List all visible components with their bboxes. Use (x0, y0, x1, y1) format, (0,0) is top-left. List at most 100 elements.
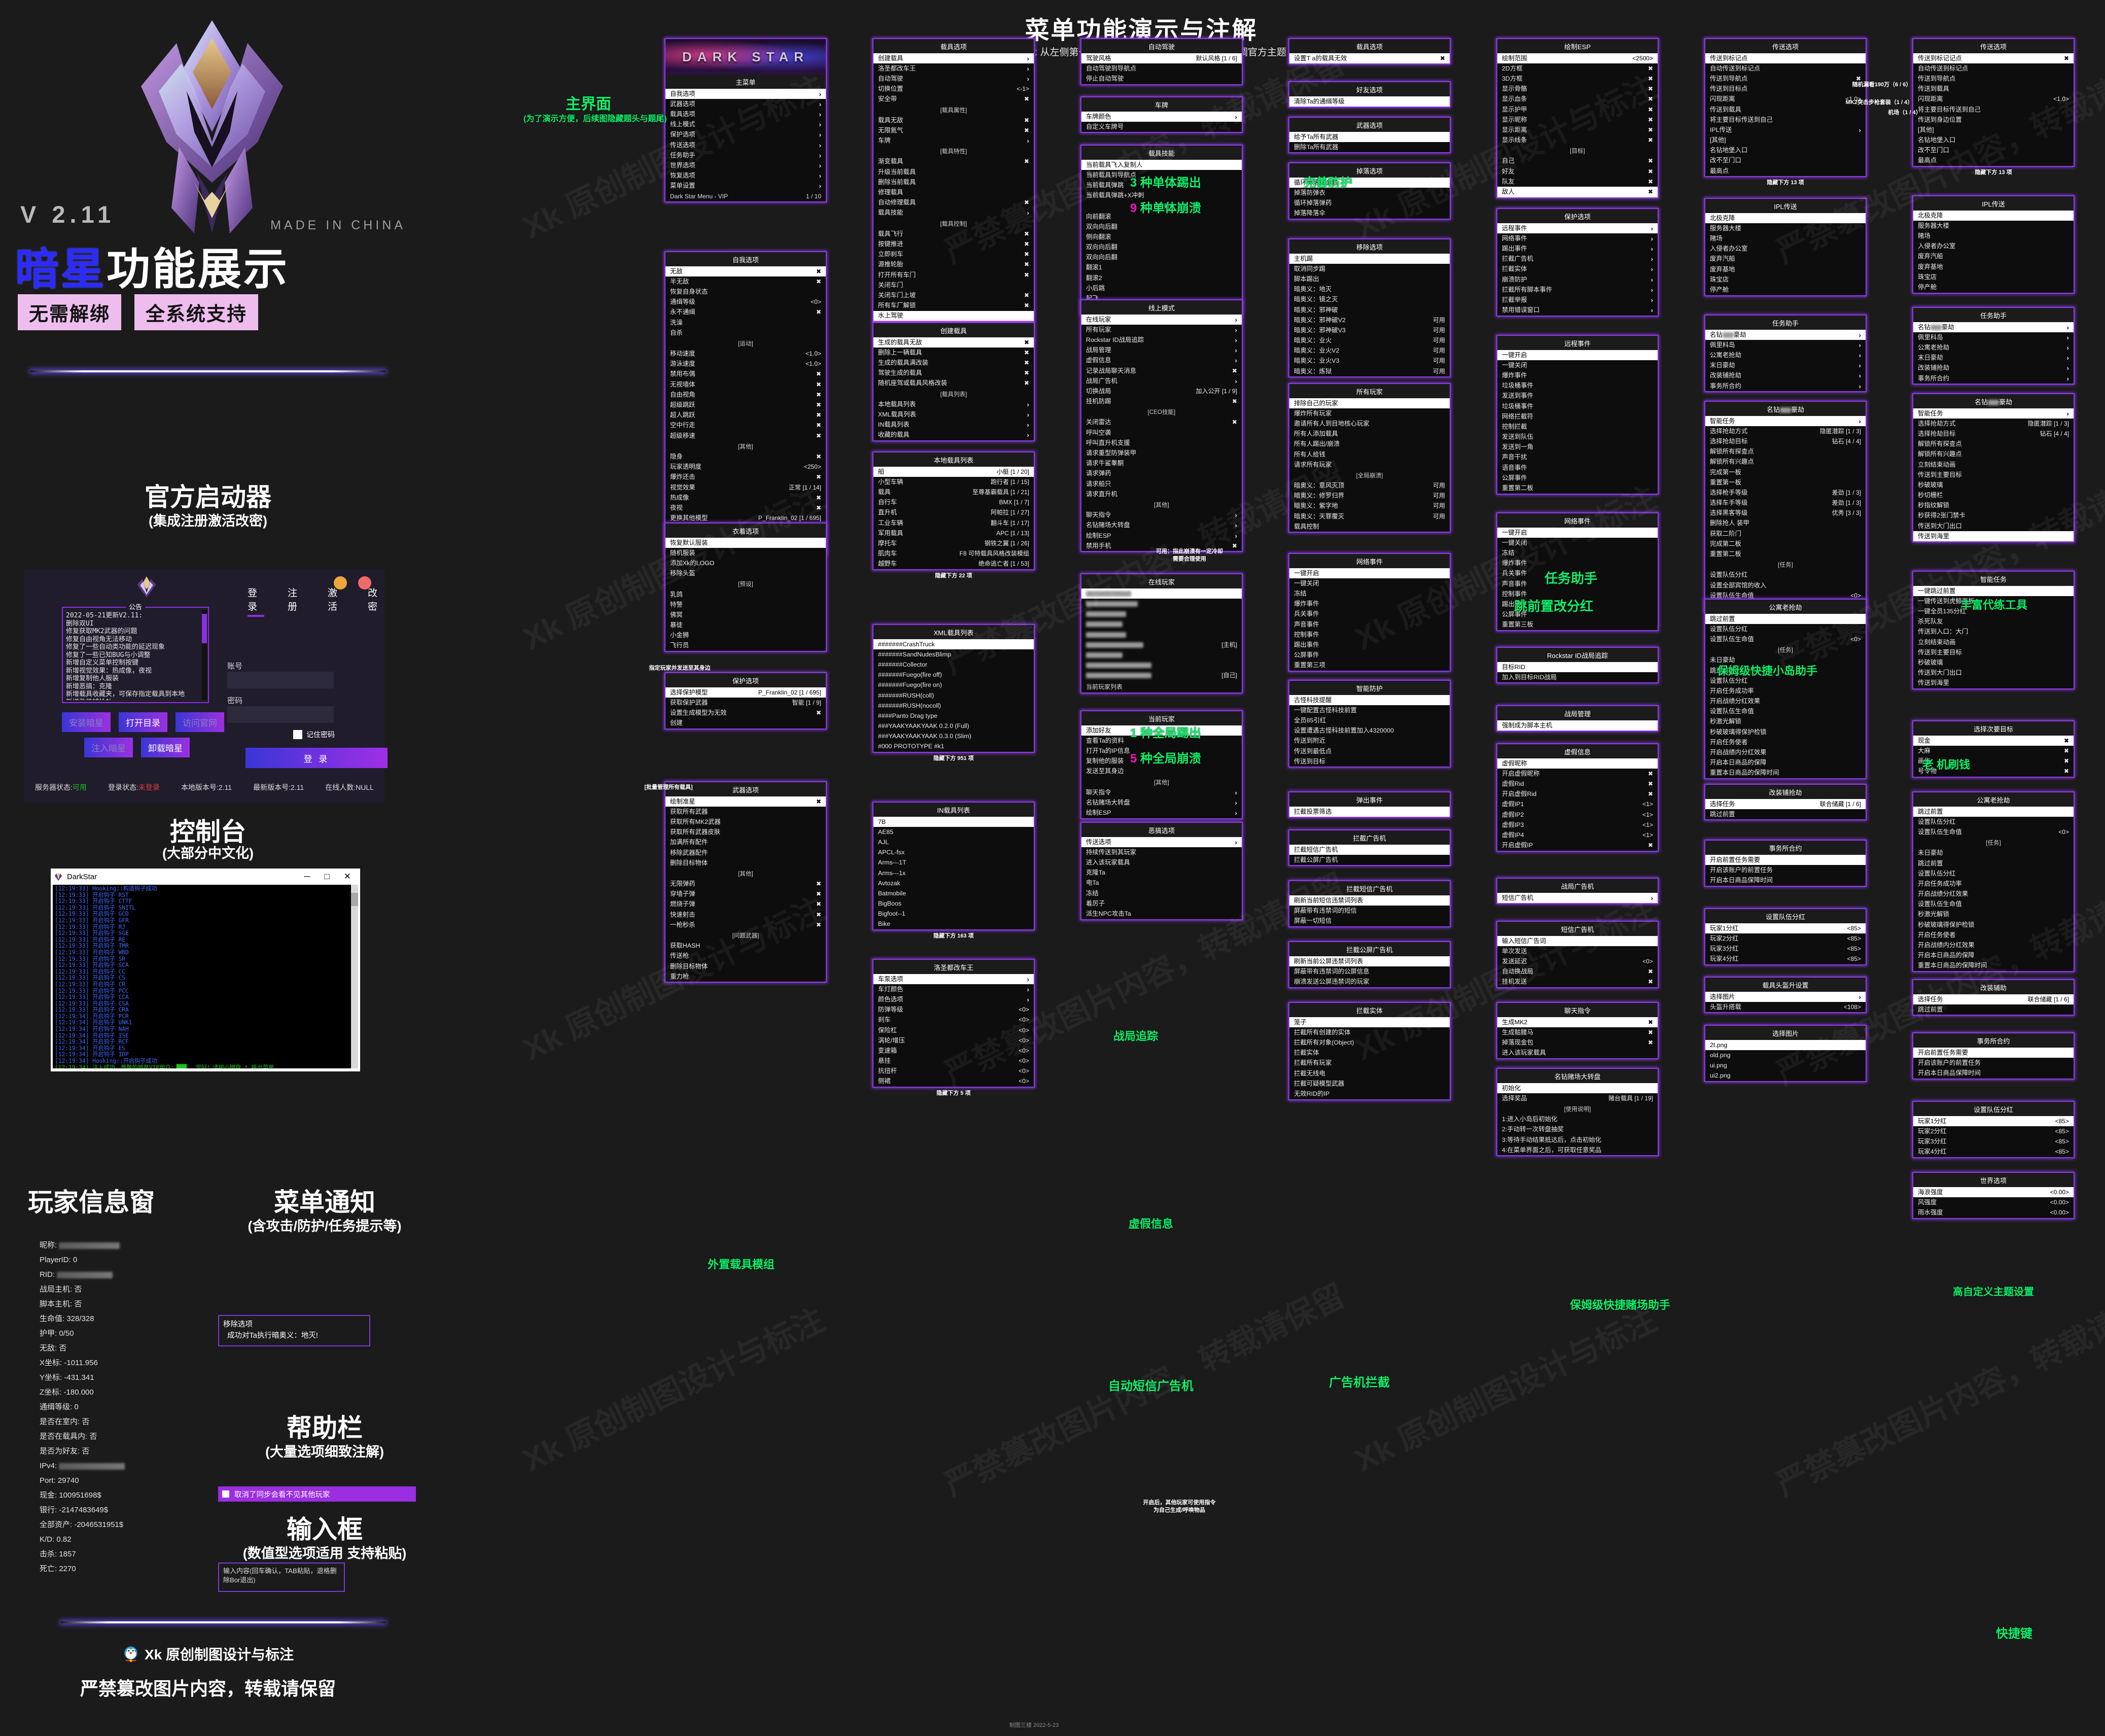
menu-row[interactable]: 直升机 阿帕拉 [1 / 27] (873, 508, 1034, 518)
menu-row[interactable]: 工业车辆 翻斗车 [1 / 17] (873, 518, 1034, 528)
menu-row[interactable]: 设置队伍生命值 (1913, 899, 2074, 910)
menu-row[interactable]: 传送到附近 (1289, 736, 1450, 746)
menu-row[interactable]: #######SandNudesBlimp (873, 649, 1034, 659)
menu-row[interactable]: 开启该账户的前置任务 (1705, 865, 1866, 875)
menu-row[interactable]: 传送到海里 (1913, 531, 2074, 541)
menu-row[interactable]: 一枪秒杀 ✖ (665, 920, 826, 930)
menu-row[interactable]: 翻滚1 (1081, 263, 1242, 273)
menu-row[interactable]: 无视墙体 ✖ (665, 379, 826, 390)
menu-row[interactable]: Batmobile (873, 888, 1034, 898)
menu-row[interactable]: 冻结 (1497, 548, 1658, 558)
menu-row[interactable]: 拦截所有脚本事件 › (1497, 285, 1658, 295)
menu-row[interactable] (1081, 588, 1242, 599)
menu-row[interactable]: 请求直升机 (1081, 489, 1242, 499)
menu-row[interactable]: 车牌 › (873, 136, 1034, 146)
menu-row[interactable]: Bigfoot--1 (873, 909, 1034, 919)
menu-row[interactable]: 踢出事件 (1289, 640, 1450, 650)
menu-row[interactable]: 发送至其身边 (1081, 767, 1242, 777)
menu-row[interactable]: 添加Xk的LOGO (665, 558, 826, 568)
menu-row[interactable]: 战局广告机 › (1081, 376, 1242, 386)
menu-row[interactable]: 垃圾桶事件 (1497, 381, 1658, 391)
menu-row[interactable]: Bike (873, 919, 1034, 929)
menu-row[interactable]: 暗奥义：紫字地 可用 (1289, 501, 1450, 511)
menu-row[interactable]: 所有车厂解锁 ✖ (873, 301, 1034, 311)
tab-register[interactable]: 注册 (288, 585, 304, 617)
menu-row[interactable]: ui2.png (1705, 1071, 1866, 1081)
menu-row[interactable]: 开启任务使者 (1705, 737, 1866, 747)
menu-row[interactable]: 虚假IP4 <1> (1497, 830, 1658, 840)
menu-row[interactable]: 修理载具 (873, 187, 1034, 197)
menu-row[interactable]: 获取HASH (665, 941, 826, 951)
menu-row[interactable]: 队友 ✖ (1497, 177, 1658, 187)
menu-row[interactable]: 按键推进 ✖ (873, 239, 1034, 249)
menu-row[interactable]: 开启任务成功率 (1913, 879, 2074, 889)
menu-row[interactable]: 生成的载具满改装 ✖ (873, 358, 1034, 368)
menu-row[interactable]: 双向向后翻 (1081, 222, 1242, 232)
menu-row[interactable]: 网络拦截符 (1497, 411, 1658, 422)
menu-row[interactable]: 赌场 (1913, 231, 2074, 241)
visit-site-button[interactable]: 访问官网 (176, 712, 224, 732)
menu-row[interactable] (1081, 609, 1242, 619)
menu-row[interactable]: 1:进入小岛后初始化 (1497, 1115, 1658, 1125)
menu-row[interactable]: 服务器大楼 (1913, 221, 2074, 231)
menu-row[interactable]: 暗奥义：炼狱 可用 (1289, 366, 1450, 376)
password-input[interactable] (227, 706, 334, 723)
menu-row[interactable]: 一键关闭 (1497, 360, 1658, 370)
menu-row[interactable]: 获取所有武器 (665, 807, 826, 817)
menu-row[interactable]: 暗奥义：业火V2 可用 (1289, 346, 1450, 356)
menu-row[interactable]: 车泵选项 › (873, 974, 1034, 984)
menu-row[interactable]: 初始化 (1497, 1083, 1658, 1093)
menu-row[interactable]: 开启前置任务需要 (1913, 1048, 2074, 1058)
menu-row[interactable]: 所有玩家 › (1081, 325, 1242, 335)
menu-row[interactable]: 开启任务使者 (1913, 930, 2074, 940)
menu-row[interactable]: 载具飞行 ✖ (873, 229, 1034, 239)
menu-row[interactable]: 小后跳 (1081, 283, 1242, 293)
menu-row[interactable]: 秒破玻璃得保护检锁 (1705, 727, 1866, 737)
menu-row[interactable]: 传送选项 › (665, 140, 826, 150)
menu-row[interactable]: 通缉等级 <0> (665, 297, 826, 307)
menu-row[interactable]: old.png (1705, 1050, 1866, 1060)
menu-row[interactable]: 绘制ESP › (1081, 808, 1242, 818)
menu-row[interactable]: 发送到一角 (1497, 442, 1658, 453)
tab-change-password[interactable]: 改密 (368, 585, 384, 617)
menu-row[interactable]: 爆炸事件 (1497, 559, 1658, 569)
menu-row[interactable]: 输入短信广告词 (1497, 936, 1658, 946)
menu-row[interactable]: 名钻地堡入口 (1705, 146, 1866, 156)
menu-row[interactable]: 立刻结束动画 (1913, 637, 2074, 647)
menu-row[interactable]: 打开所有车门 ✖ (873, 270, 1034, 280)
menu-row[interactable]: 拦截无线电 (1289, 1068, 1450, 1079)
menu-row[interactable]: 秒切栅栏 (1913, 491, 2074, 501)
menu-row[interactable]: 开启战绩分红效果 (1705, 697, 1866, 707)
menu-row[interactable]: 废弃汽船 (1913, 252, 2074, 262)
menu-row[interactable]: 自行车 BMX [1 / 7] (873, 498, 1034, 508)
menu-row[interactable]: 选择保护模型 P_Franklin_02 [1 / 695] (665, 687, 826, 698)
menu-row[interactable]: 禁用布偶 ✖ (665, 369, 826, 379)
menu-row[interactable]: 变速箱 <0> (873, 1046, 1034, 1056)
menu-row[interactable]: 删除目标物体 (665, 858, 826, 868)
menu-row[interactable]: 选择抢劫方式 隐匿潜踪 [1 / 3] (1913, 419, 2074, 429)
menu-row[interactable]: 玩家1分红 <85> (1705, 923, 1866, 933)
menu-row[interactable]: 选择枪手等级 差劲 [1 / 3] (1705, 488, 1866, 498)
menu-row[interactable]: 一键开启 (1289, 568, 1450, 578)
menu-row[interactable]: 发送到事件 (1497, 391, 1658, 401)
menu-row[interactable]: 选择抢劫目标 钻石 [4 / 4] (1705, 436, 1866, 446)
menu-row[interactable]: 暗奥义：邪神破V2 可用 (1289, 315, 1450, 325)
menu-row[interactable]: 邀请所有人到目地核心玩家 (1289, 419, 1450, 429)
menu-row[interactable]: 空中行走 ✖ (665, 421, 826, 431)
menu-row[interactable]: 重力枪 (665, 971, 826, 982)
menu-row[interactable]: XML载具列表 › (873, 409, 1034, 420)
menu-row[interactable]: 重置第一板 (1705, 477, 1866, 488)
menu-row[interactable]: 7B (873, 817, 1034, 827)
menu-row[interactable]: 垃圾桶事件 (1497, 401, 1658, 411)
menu-row[interactable]: 显示骨骼 ✖ (1497, 84, 1658, 94)
menu-row[interactable]: Arms---1x (873, 868, 1034, 878)
menu-row[interactable]: 获取所有武器皮肤 (665, 827, 826, 838)
menu-row[interactable]: 自动传送到标记点 (1913, 63, 2074, 74)
menu-row[interactable]: 立刻结束动画 (1913, 460, 2074, 470)
menu-row[interactable]: 当前载具飞入复制人 (1081, 160, 1242, 170)
menu-row[interactable]: 无敌 ✖ (665, 266, 826, 276)
menu-row[interactable]: 船小艇 [1 / 20] (873, 467, 1034, 477)
menu-row[interactable]: 玩家1分红 <85> (1913, 1116, 2074, 1126)
menu-row[interactable]: 永不通缉 ✖ (665, 307, 826, 318)
menu-row[interactable]: 悬挂 <0> (873, 1056, 1034, 1066)
